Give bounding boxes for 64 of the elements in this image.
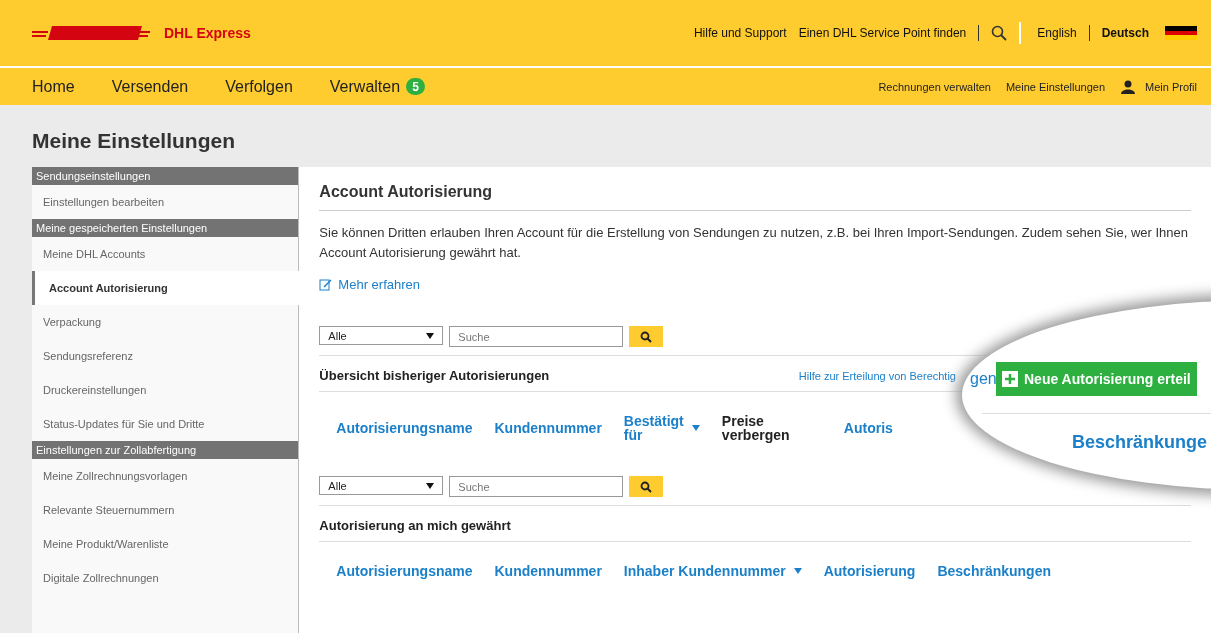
section-title: Autorisierung an mich gewährt (319, 518, 511, 533)
sidebar-item[interactable]: Relevante Steuernummern (32, 493, 299, 527)
user-icon (1121, 79, 1136, 94)
sidebar-header: Meine gespeicherten Einstellungen (32, 219, 299, 237)
nav-item[interactable]: Verfolgen (225, 77, 293, 96)
nav-item[interactable]: Verwalten 5 (329, 77, 426, 96)
caret-icon (426, 332, 435, 339)
column-header[interactable]: Autoris (843, 421, 893, 435)
search-field[interactable]: Suche (449, 476, 624, 497)
sidebar-item[interactable]: Druckereinstellungen (32, 373, 299, 407)
sidebar-item[interactable]: Digitale Zollrechnungen (32, 561, 299, 595)
flag-icon (1165, 26, 1197, 40)
search-icon[interactable] (991, 25, 1008, 41)
plus-icon (1002, 371, 1018, 387)
header-link[interactable]: Einen DHL Service Point finden (798, 26, 967, 40)
sidebar-item[interactable]: Account Autorisierung (32, 271, 300, 305)
nav-link[interactable]: Meine Einstellungen (1005, 80, 1106, 93)
learn-more-link[interactable]: Mehr erfahren (319, 277, 1191, 292)
logo-icon (32, 25, 150, 41)
sidebar-item[interactable]: Status-Updates für Sie und Dritte (32, 407, 299, 441)
search-icon (640, 330, 653, 343)
count-badge: 5 (406, 78, 426, 95)
search-field[interactable]: Suche (449, 326, 624, 347)
language-link[interactable]: English (1037, 26, 1077, 40)
header-link[interactable]: Hilfe und Support (693, 26, 787, 40)
sidebar-item[interactable]: Sendungsreferenz (32, 339, 299, 373)
sidebar-header: Einstellungen zur Zollabfertigung (32, 441, 299, 459)
sort-icon (793, 568, 802, 574)
nav-item[interactable]: Home (32, 77, 75, 96)
search-button[interactable] (629, 476, 664, 497)
help-link[interactable]: gen (970, 370, 997, 388)
column-header[interactable]: Autorisierungsname (336, 421, 473, 435)
column-header[interactable]: Kundennummer (494, 421, 602, 435)
filter-dropdown[interactable]: Alle (319, 476, 444, 495)
page-title: Meine Einstellungen (31, 128, 237, 154)
sidebar-item[interactable]: Meine Produkt/Warenliste (32, 527, 299, 561)
intro-text: Sie können Dritten erlauben Ihren Account für die Erstellung von Sendungen zu nutzen, z.B. bei Ihren Import-Sendungen. Zudem sehen Sie, wer Ihnen Account Autorisierung gewährt hat. (319, 224, 1190, 262)
section-title: Übersicht bisheriger Autorisierungen (319, 368, 550, 383)
edit-icon (319, 278, 333, 291)
sidebar-header: Sendungseinstellungen (32, 167, 299, 185)
sidebar-item[interactable]: Einstellungen bearbeiten (32, 185, 299, 219)
column-header[interactable]: Autorisierung (823, 564, 916, 578)
help-link[interactable]: Hilfe zur Erteilung von Berechtig (798, 369, 956, 382)
column-header[interactable]: Beschränkungen (937, 564, 1051, 578)
caret-icon (426, 482, 435, 489)
column-header[interactable]: Inhaber Kundennummer (623, 564, 802, 578)
column-header[interactable]: Autorisierungsname (336, 564, 473, 578)
nav-link[interactable]: Rechnungen verwalten (878, 80, 991, 93)
search-button[interactable] (629, 326, 664, 347)
sidebar-item[interactable]: Verpackung (32, 305, 299, 339)
language-link[interactable]: Deutsch (1101, 26, 1149, 40)
section-heading: Account Autorisierung (319, 177, 1191, 211)
column-header[interactable]: Bestätigt für (623, 414, 700, 442)
search-icon (640, 480, 653, 493)
filter-dropdown[interactable]: Alle (319, 326, 444, 345)
sidebar-item[interactable]: Meine DHL Accounts (32, 237, 299, 271)
column-header[interactable]: Kundennummer (494, 564, 602, 578)
sort-icon (691, 425, 700, 431)
column-header[interactable]: Beschränkunge (1072, 432, 1208, 453)
nav-item[interactable]: Versenden (111, 77, 189, 96)
brand-name: DHL Express (164, 25, 251, 41)
column-header: Preise verbergen (721, 414, 791, 442)
sidebar-item[interactable]: Meine Zollrechnungsvorlagen (32, 459, 299, 493)
nav-link[interactable]: Mein Profil (1145, 80, 1197, 93)
